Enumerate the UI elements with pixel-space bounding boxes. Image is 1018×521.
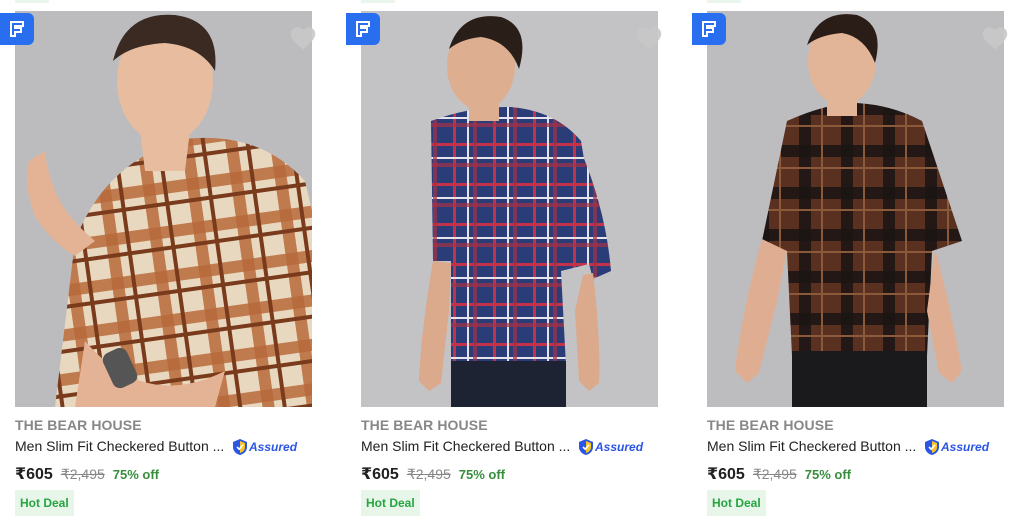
hot-deal-tag: Hot Deal <box>15 490 74 516</box>
price-row: ₹605 ₹2,495 75% off <box>15 464 159 484</box>
assured-badge: Assured <box>578 438 643 456</box>
previous-row-edge <box>707 0 741 3</box>
product-image[interactable] <box>707 11 1004 407</box>
selling-price: ₹605 <box>707 466 745 483</box>
heart-icon[interactable] <box>981 25 1009 51</box>
product-card[interactable]: THE BEAR HOUSE Men Slim Fit Checkered Bu… <box>346 11 662 521</box>
product-card[interactable]: THE BEAR HOUSE Men Slim Fit Checkered Bu… <box>692 11 1008 521</box>
heart-icon[interactable] <box>635 25 663 51</box>
hot-deal-tag: Hot Deal <box>361 490 420 516</box>
assured-badge: Assured <box>232 438 297 456</box>
shirt-photo <box>361 11 658 407</box>
selling-price: ₹605 <box>15 466 53 483</box>
assured-shield-icon <box>233 439 247 455</box>
discount-label: 75% off <box>112 467 160 482</box>
assured-shield-icon <box>925 439 939 455</box>
f-badge-icon <box>0 13 34 45</box>
product-brand: THE BEAR HOUSE <box>707 417 834 433</box>
assured-label: Assured <box>249 440 298 454</box>
original-price: ₹2,495 <box>752 466 797 482</box>
product-card[interactable]: THE BEAR HOUSE Men Slim Fit Checkered Bu… <box>0 11 316 521</box>
price-row: ₹605 ₹2,495 75% off <box>361 464 505 484</box>
f-badge-icon <box>346 13 380 45</box>
hot-deal-tag: Hot Deal <box>707 490 766 516</box>
heart-icon[interactable] <box>289 25 317 51</box>
product-title[interactable]: Men Slim Fit Checkered Button ... <box>707 438 916 454</box>
shirt-photo <box>707 11 1004 407</box>
product-title[interactable]: Men Slim Fit Checkered Button ... <box>361 438 570 454</box>
assured-badge: Assured <box>924 438 989 456</box>
discount-label: 75% off <box>458 467 506 482</box>
product-brand: THE BEAR HOUSE <box>361 417 488 433</box>
price-row: ₹605 ₹2,495 75% off <box>707 464 851 484</box>
product-image[interactable] <box>361 11 658 407</box>
shirt-photo <box>15 11 312 407</box>
previous-row-edge <box>15 0 49 3</box>
assured-label: Assured <box>941 440 990 454</box>
previous-row-edge <box>361 0 395 3</box>
product-image[interactable] <box>15 11 312 407</box>
assured-shield-icon <box>579 439 593 455</box>
original-price: ₹2,495 <box>60 466 105 482</box>
product-brand: THE BEAR HOUSE <box>15 417 142 433</box>
f-badge-icon <box>692 13 726 45</box>
assured-label: Assured <box>595 440 644 454</box>
selling-price: ₹605 <box>361 466 399 483</box>
discount-label: 75% off <box>804 467 852 482</box>
original-price: ₹2,495 <box>406 466 451 482</box>
product-title[interactable]: Men Slim Fit Checkered Button ... <box>15 438 224 454</box>
